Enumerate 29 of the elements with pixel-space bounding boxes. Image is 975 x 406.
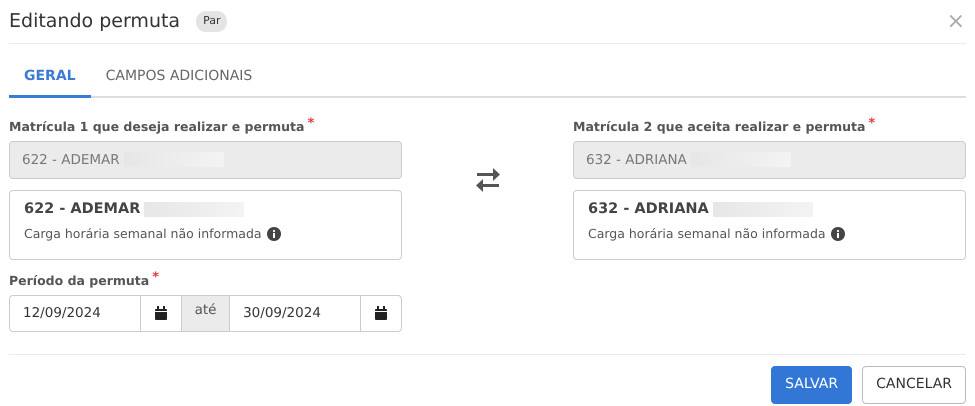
tab[interactable]: CAMPOS ADICIONAIS [90,60,268,98]
field-label: Matrícula 2 que aceita realizar e permuta [573,118,866,136]
required-mark: * [152,272,160,287]
dialog-title: Editando permuta [9,10,180,33]
cancel-button[interactable]: CANCELAR [862,366,966,404]
employee-name: 632 - ADRIANA [588,200,709,219]
calendar-icon [374,306,388,320]
calendar-icon [154,306,168,320]
calendar-button[interactable] [140,294,182,332]
required-mark: * [307,118,314,133]
required-mark: * [868,118,876,133]
info-icon [830,226,845,241]
registration-field[interactable]: 622 - ADEMAR [9,140,402,179]
date-input[interactable]: 12/09/2024 [9,294,140,332]
field-label: Matrícula 1 que deseja realizar e permuta [9,118,304,136]
employee-name: 622 - ADEMAR [24,200,140,219]
workload-note: Carga horária semanal não informada [24,224,262,243]
type-badge: Par [196,11,228,32]
tab[interactable]: GERAL [9,60,91,98]
info-icon [266,226,281,241]
date-separator: até [182,294,230,332]
calendar-button[interactable] [360,294,402,332]
close-button[interactable]: × [946,10,966,32]
date-input[interactable]: 30/09/2024 [229,294,360,332]
workload-note: Carga horária semanal não informada [588,224,826,243]
swap-arrows-icon [474,166,502,194]
field-label: Período da permuta [9,272,150,290]
registration-field[interactable]: 632 - ADRIANA [573,140,966,179]
save-button[interactable]: SALVAR [771,366,852,404]
